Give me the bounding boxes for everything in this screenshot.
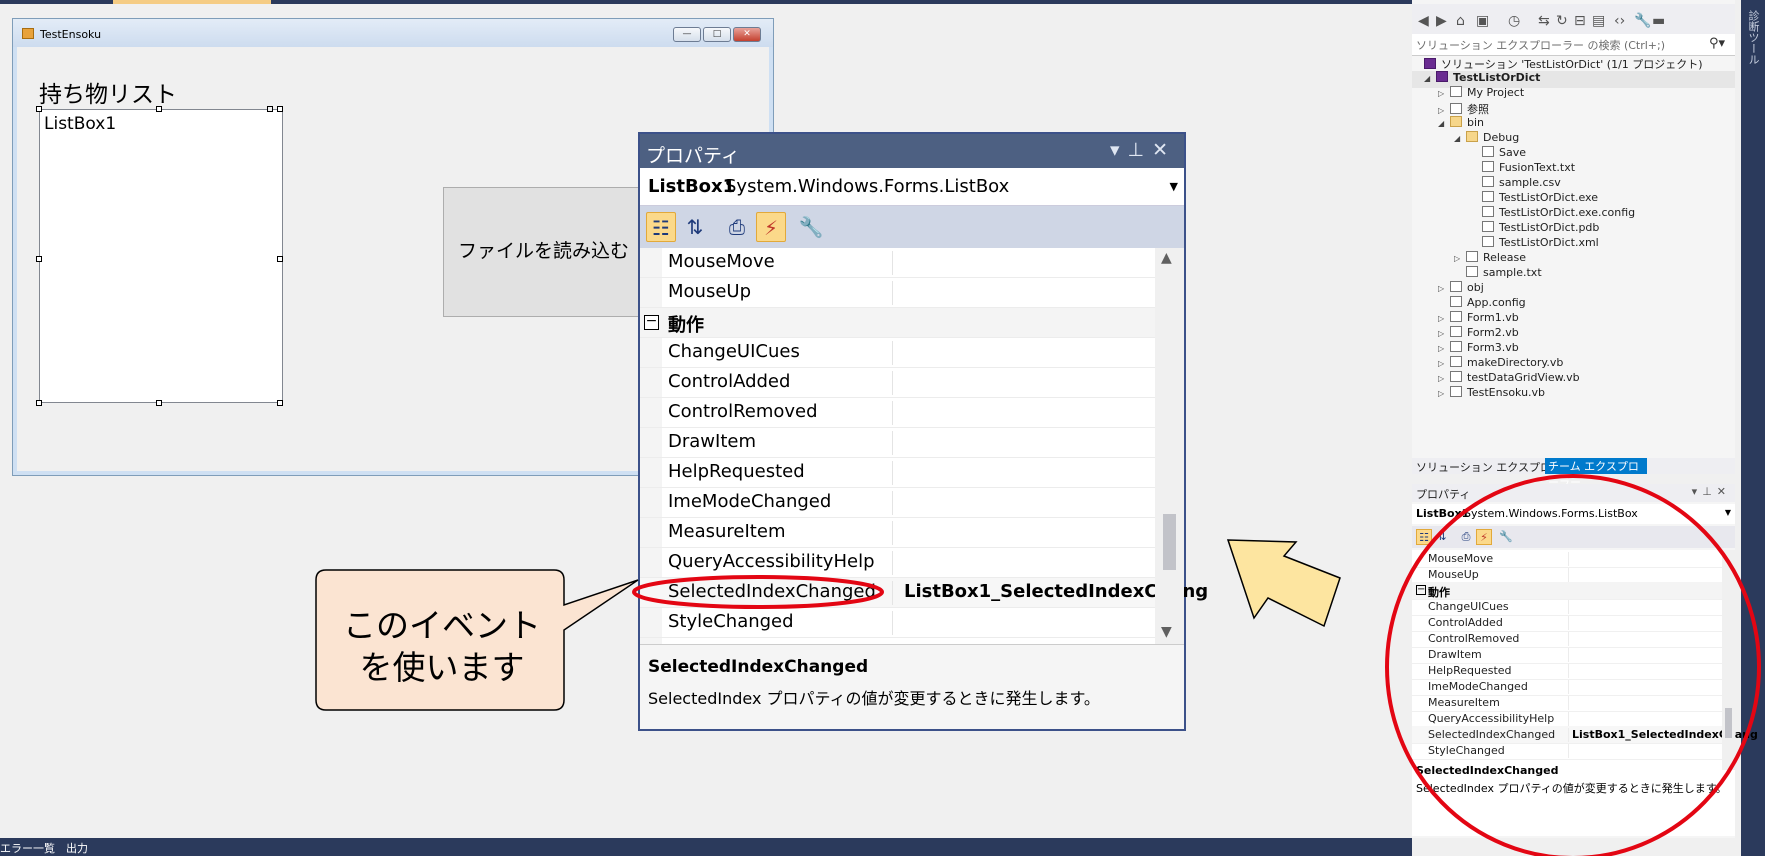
pending-changes-icon[interactable]: ◷ [1508, 13, 1520, 29]
scroll-down-icon[interactable]: ▼ [1161, 624, 1172, 640]
bottom-tool-tabs: エラー一覧 出力 [0, 838, 1412, 856]
vertical-scrollbar[interactable]: ▲ ▼ [1155, 248, 1184, 644]
property-name: DrawItem [668, 431, 893, 455]
solution-toolbar: ◀ ▶ ⌂ ▣ ◷ ⇆ ↻ ⊟ ▤ ‹› 🔧 ▬ [1412, 4, 1735, 34]
dropdown-icon[interactable]: ▾ [1110, 139, 1128, 161]
close-icon[interactable]: ✕ [1152, 139, 1176, 161]
resize-handle[interactable] [156, 400, 162, 406]
property-name: MouseUp [668, 281, 893, 305]
search-placeholder: ソリューション エクスプローラー の検索 (Ctrl+;) [1416, 39, 1666, 52]
form-app-icon [22, 28, 34, 39]
property-row[interactable]: StyleChanged [640, 608, 1155, 638]
pointer-arrow [1226, 539, 1341, 628]
callout-line: このイベント [343, 606, 541, 645]
bottom-tabs-label[interactable]: エラー一覧 出力 [0, 840, 88, 856]
collapse-all-icon[interactable]: ⊟ [1574, 13, 1586, 29]
pin-icon[interactable]: ⊥ [1128, 139, 1153, 161]
search-icon[interactable]: ⚲▾ [1709, 36, 1725, 51]
property-pages-icon[interactable]: ⎙ [722, 212, 752, 242]
form-title: TestEnsoku [40, 28, 102, 41]
object-type: System.Windows.Forms.ListBox [725, 176, 1010, 197]
property-row[interactable]: ControlRemoved [640, 398, 1155, 428]
highlight-ellipse-large [1385, 474, 1761, 860]
resize-handle[interactable] [36, 106, 42, 112]
description-pane: SelectedIndexChanged SelectedIndex プロパティ… [640, 644, 1184, 729]
properties-title-bar: プロパティ ▾⊥✕ [640, 134, 1184, 168]
maximize-icon[interactable]: □ [703, 27, 731, 42]
resize-handle[interactable] [36, 256, 42, 262]
property-name: ImeModeChanged [668, 491, 893, 515]
property-name: StyleChanged [668, 611, 893, 635]
property-name: MeasureItem [668, 521, 893, 545]
sync-icon[interactable]: ⇆ [1538, 13, 1550, 29]
resize-handle[interactable] [277, 400, 283, 406]
property-name: ChangeUICues [668, 341, 893, 365]
load-file-button[interactable]: ファイルを読み込む [443, 187, 663, 317]
page-bottom-margin [0, 856, 1765, 866]
properties-panel: プロパティ ▾⊥✕ ListBox1 System.Windows.Forms.… [638, 132, 1208, 731]
object-selector[interactable]: ListBox1 System.Windows.Forms.ListBox ▼ [640, 168, 1184, 206]
property-row[interactable]: DrawItem [640, 428, 1155, 458]
property-name: ControlRemoved [668, 401, 893, 425]
chevron-down-icon[interactable]: ▼ [1170, 180, 1178, 193]
list-label[interactable]: 持ち物リスト [39, 75, 177, 109]
minimize-icon[interactable]: — [673, 27, 701, 42]
property-row[interactable]: ChangeUICues [640, 338, 1155, 368]
description-title: SelectedIndexChanged [648, 657, 869, 677]
highlight-ellipse [632, 575, 884, 609]
properties-title: プロパティ [646, 145, 740, 167]
back-icon[interactable]: ◀ [1418, 13, 1429, 29]
object-name: ListBox1 [648, 176, 736, 197]
preview-icon[interactable]: ▬ [1652, 13, 1665, 29]
solution-search-input[interactable]: ソリューション エクスプローラー の検索 (Ctrl+;) ⚲▾ [1412, 34, 1735, 56]
smart-tag-icon[interactable] [267, 106, 273, 112]
property-row[interactable]: HelpRequested [640, 458, 1155, 488]
description-text: SelectedIndex プロパティの値が変更するときに発生します。 [648, 689, 1100, 708]
category-row[interactable]: − 動作 [640, 308, 1155, 338]
properties-toolbar: ☷ ⇅ ⎙ ⚡ 🔧 [640, 206, 1184, 248]
property-row[interactable]: MouseMove [640, 248, 1155, 278]
collapse-icon[interactable]: − [644, 314, 659, 330]
forward-icon[interactable]: ▶ [1436, 13, 1447, 29]
active-document-tab[interactable] [113, 0, 271, 4]
events-lightning-icon[interactable]: ⚡ [756, 212, 786, 242]
resize-handle[interactable] [277, 256, 283, 262]
category-label: 動作 [668, 315, 704, 336]
scroll-up-icon[interactable]: ▲ [1161, 250, 1172, 266]
property-row[interactable]: ControlAdded [640, 368, 1155, 398]
listbox-text: ListBox1 [44, 114, 117, 134]
property-row[interactable]: MeasureItem [640, 518, 1155, 548]
property-row[interactable]: ImeModeChanged [640, 488, 1155, 518]
tree-item[interactable]: ▷ TestEnsoku.vb [1438, 386, 1545, 403]
resize-handle[interactable] [277, 106, 283, 112]
solution-explorer: ◀ ▶ ⌂ ▣ ◷ ⇆ ↻ ⊟ ▤ ‹› 🔧 ▬ ソリューション エクスプローラ… [1412, 0, 1735, 489]
switch-view-icon[interactable]: ▣ [1476, 13, 1489, 29]
resize-handle[interactable] [156, 106, 162, 112]
property-name: HelpRequested [668, 461, 893, 485]
property-row[interactable]: MouseUp [640, 278, 1155, 308]
home-icon[interactable]: ⌂ [1456, 13, 1465, 29]
wrench-icon[interactable]: 🔧 [796, 212, 826, 242]
property-name: ControlAdded [668, 371, 893, 395]
diagnostic-tools-tab[interactable]: 診断ツール [1745, 10, 1761, 65]
panel-controls[interactable]: ▾⊥✕ [1110, 139, 1176, 161]
alphabetical-icon[interactable]: ⇅ [680, 212, 710, 242]
categorized-icon[interactable]: ☷ [646, 212, 676, 242]
load-file-button-label: ファイルを読み込む [458, 240, 630, 262]
callout-text: このイベント を使います [316, 605, 568, 689]
show-all-files-icon[interactable]: ▤ [1592, 13, 1605, 29]
form-title-bar: TestEnsoku — □ ✕ [13, 19, 773, 47]
view-code-icon[interactable]: ‹› [1614, 13, 1625, 29]
wrench-icon[interactable]: 🔧 [1634, 13, 1651, 29]
refresh-icon[interactable]: ↻ [1556, 13, 1568, 29]
property-name: MouseMove [668, 251, 893, 275]
close-icon[interactable]: ✕ [733, 27, 761, 42]
resize-handle[interactable] [36, 400, 42, 406]
callout-line: を使います [359, 648, 525, 687]
scroll-thumb[interactable] [1163, 514, 1176, 570]
listbox-control[interactable]: ListBox1 [39, 109, 283, 403]
